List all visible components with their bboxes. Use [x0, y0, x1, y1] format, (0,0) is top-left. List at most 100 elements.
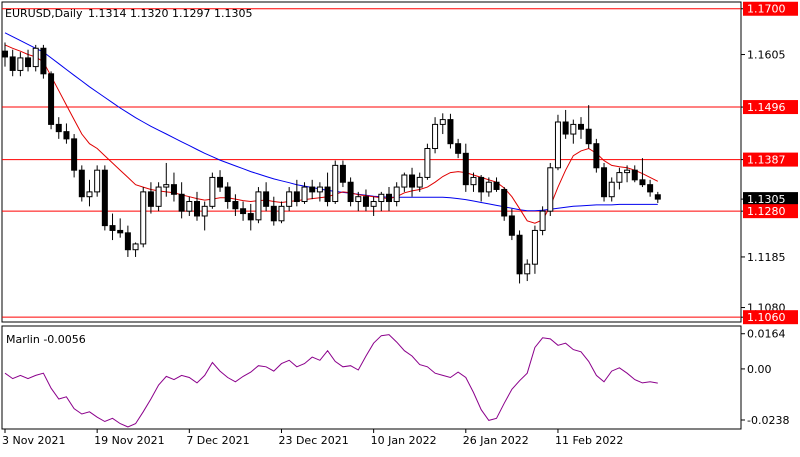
candle-body-bear — [194, 201, 200, 217]
candle-body-bear — [247, 213, 254, 221]
candle-body-bear — [263, 191, 270, 207]
candle — [554, 114, 561, 171]
candle-body-bear — [178, 193, 185, 212]
candle-body-bear — [562, 121, 569, 135]
candle-body-bull — [539, 210, 546, 231]
candle-body-bear — [232, 201, 239, 210]
candle-body-bear — [109, 225, 116, 231]
date-axis-label: 11 Feb 2022 — [555, 434, 623, 447]
candle-body-bear — [240, 208, 247, 215]
candle-body-bear — [117, 229, 124, 234]
ohlc-readout: 1.1314 1.1320 1.1297 1.1305 — [88, 7, 252, 20]
date-axis-label: 7 Dec 2021 — [186, 434, 249, 447]
candle-body-bull — [255, 191, 262, 221]
price-axis-label: 1.1387 — [747, 154, 786, 167]
candle-body-bear — [647, 184, 654, 193]
candle-body-bull — [432, 123, 439, 150]
candle-body-bull — [355, 196, 362, 203]
candle-body-bull — [286, 191, 293, 207]
candle-body-bear — [362, 196, 369, 207]
candle-body-bull — [86, 191, 93, 198]
candle-body-bear — [455, 143, 462, 154]
candle-body-bear — [25, 57, 32, 68]
candle-body-bull — [201, 205, 208, 217]
indicator-label: Marlin -0.0056 — [6, 333, 86, 346]
candle-body-bear — [339, 164, 346, 183]
candle-body-bear — [9, 56, 16, 71]
candle — [140, 187, 147, 248]
candle-body-bull — [140, 191, 147, 245]
candle-body-bull — [209, 176, 216, 207]
candle-body-bull — [624, 169, 631, 174]
candle — [332, 160, 339, 204]
date-axis-label: 23 Dec 2021 — [278, 434, 348, 447]
candle-body-bull — [608, 181, 615, 198]
candle-body-bear — [293, 191, 300, 203]
candle — [48, 71, 55, 130]
candle-body-bear — [462, 152, 469, 186]
chart-canvas[interactable]: 1.17001.16051.14961.13871.13051.12801.11… — [0, 0, 800, 453]
candle-body-bear — [478, 176, 485, 193]
trading-chart[interactable]: 1.1700 1.1605 1.1496 1.1387 1.1305 1.1280 1.11… — [0, 0, 800, 453]
date-axis-label: 3 Nov 2021 — [2, 434, 65, 447]
candle-body-bear — [631, 169, 638, 181]
candle-body-bear — [217, 176, 224, 188]
candle — [94, 165, 101, 197]
candle — [539, 206, 546, 236]
candle-body-bull — [524, 263, 531, 275]
candle-body-bull — [470, 176, 477, 186]
candle-body-bear — [101, 169, 108, 227]
candle-body-bear — [71, 138, 78, 171]
candle-body-bull — [155, 186, 162, 207]
candle-body-bear — [447, 119, 454, 145]
candle — [501, 187, 508, 221]
candle-body-bull — [554, 121, 561, 169]
price-axis-label: 1.1280 — [747, 205, 786, 218]
candle-body-bear — [55, 123, 62, 133]
candle-body-bear — [124, 232, 131, 251]
candle-body-bull — [424, 148, 431, 178]
candle-body-bear — [63, 131, 70, 140]
candle-body-bear — [40, 47, 47, 75]
candle-body-bull — [332, 164, 339, 203]
indicator-axis-label: -0.0238 — [747, 414, 789, 427]
price-axis-label: 1.1185 — [747, 251, 786, 264]
candle-body-bear — [493, 181, 500, 190]
candle-body-bear — [48, 73, 55, 125]
date-axis-label: 19 Nov 2021 — [94, 434, 164, 447]
candle-body-bull — [32, 47, 39, 68]
candle — [40, 44, 47, 79]
price-axis-label: 1.1700 — [747, 3, 786, 16]
candle-body-bear — [508, 215, 515, 236]
candle-body-bear — [639, 179, 646, 186]
candle — [424, 143, 431, 180]
candle — [255, 187, 262, 224]
candle — [601, 162, 608, 202]
candle-body-bull — [163, 184, 170, 188]
candle-body-bear — [309, 186, 316, 193]
candle-body-bear — [585, 128, 592, 145]
candle-body-bull — [316, 186, 323, 193]
candle-body-bull — [186, 201, 193, 212]
candle-body-bear — [78, 169, 85, 198]
candle — [347, 177, 354, 207]
candle-body-bull — [378, 193, 385, 203]
candle-body-bull — [94, 169, 101, 193]
candle-body-bull — [401, 174, 408, 188]
candle-body-bear — [347, 181, 354, 203]
candle-body-bull — [17, 57, 24, 71]
candle-body-bear — [516, 234, 523, 275]
candle-body-bear — [601, 167, 608, 198]
candle-body-bull — [531, 229, 538, 265]
indicator-axis-label: 0.0164 — [747, 328, 786, 341]
symbol-label: EURUSD,Daily — [5, 7, 83, 20]
candle-body-bear — [170, 184, 177, 195]
indicator-axis-label: 0.00 — [747, 363, 772, 376]
candle-body-bull — [439, 119, 446, 125]
candle-body-bull — [278, 205, 285, 222]
candle — [101, 165, 108, 231]
candle-body-bull — [301, 186, 308, 203]
candle-body-bull — [485, 181, 492, 193]
candle-body-bull — [132, 243, 139, 251]
candle-body-bear — [501, 188, 508, 217]
